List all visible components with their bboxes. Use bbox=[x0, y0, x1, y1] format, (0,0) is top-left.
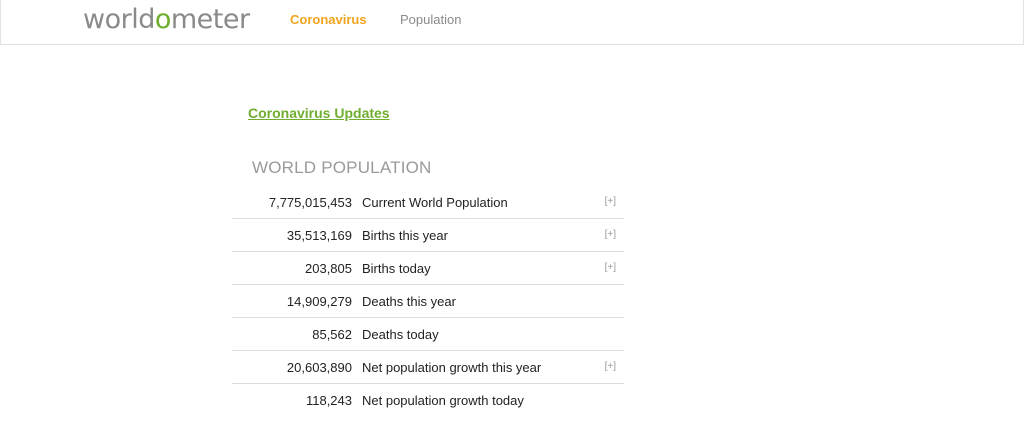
stat-label: Births this year bbox=[362, 228, 448, 243]
nav-coronavirus[interactable]: Coronavirus bbox=[290, 12, 367, 27]
stat-label: Net population growth today bbox=[362, 393, 524, 408]
stat-value: 14,909,279 bbox=[286, 294, 352, 309]
logo-text-o: o bbox=[154, 4, 172, 35]
worldometer-logo[interactable]: worldometer bbox=[83, 4, 250, 36]
stat-value: 7,775,015,453 bbox=[268, 195, 352, 210]
stat-value: 35,513,169 bbox=[286, 228, 352, 243]
stat-label: Current World Population bbox=[362, 195, 508, 210]
stat-row-deaths-today: 85,562 Deaths today bbox=[232, 318, 624, 351]
section-title: WORLD POPULATION bbox=[252, 158, 432, 177]
stat-label: Net population growth this year bbox=[362, 360, 542, 375]
expand-button[interactable]: [+] bbox=[605, 229, 616, 240]
world-population-stats: 7,775,015,453 Current World Population [… bbox=[232, 186, 624, 416]
expand-button[interactable]: [+] bbox=[605, 196, 616, 207]
stat-label: Deaths today bbox=[362, 327, 439, 342]
top-navigation-bar: worldometer Coronavirus Population bbox=[0, 0, 1024, 45]
stat-row-births-this-year: 35,513,169 Births this year [+] bbox=[232, 219, 624, 252]
logo-text-after: meter bbox=[170, 4, 250, 35]
stat-row-net-growth-this-year: 20,603,890 Net population growth this ye… bbox=[232, 351, 624, 384]
stat-label: Births today bbox=[362, 261, 431, 276]
stat-value: 85,562 bbox=[312, 327, 352, 342]
stat-value: 20,603,890 bbox=[286, 360, 352, 375]
nav-population[interactable]: Population bbox=[400, 12, 461, 27]
stat-row-current-world-population: 7,775,015,453 Current World Population [… bbox=[232, 186, 624, 219]
stat-label: Deaths this year bbox=[362, 294, 456, 309]
stat-row-deaths-this-year: 14,909,279 Deaths this year bbox=[232, 285, 624, 318]
coronavirus-updates-link[interactable]: Coronavirus Updates bbox=[248, 105, 390, 121]
expand-button[interactable]: [+] bbox=[605, 262, 616, 273]
stat-row-net-growth-today: 118,243 Net population growth today bbox=[232, 384, 624, 416]
logo-text-before: world bbox=[83, 4, 155, 35]
expand-button[interactable]: [+] bbox=[605, 361, 616, 372]
stat-value: 118,243 bbox=[305, 393, 352, 408]
stat-value: 203,805 bbox=[305, 261, 352, 276]
stat-row-births-today: 203,805 Births today [+] bbox=[232, 252, 624, 285]
